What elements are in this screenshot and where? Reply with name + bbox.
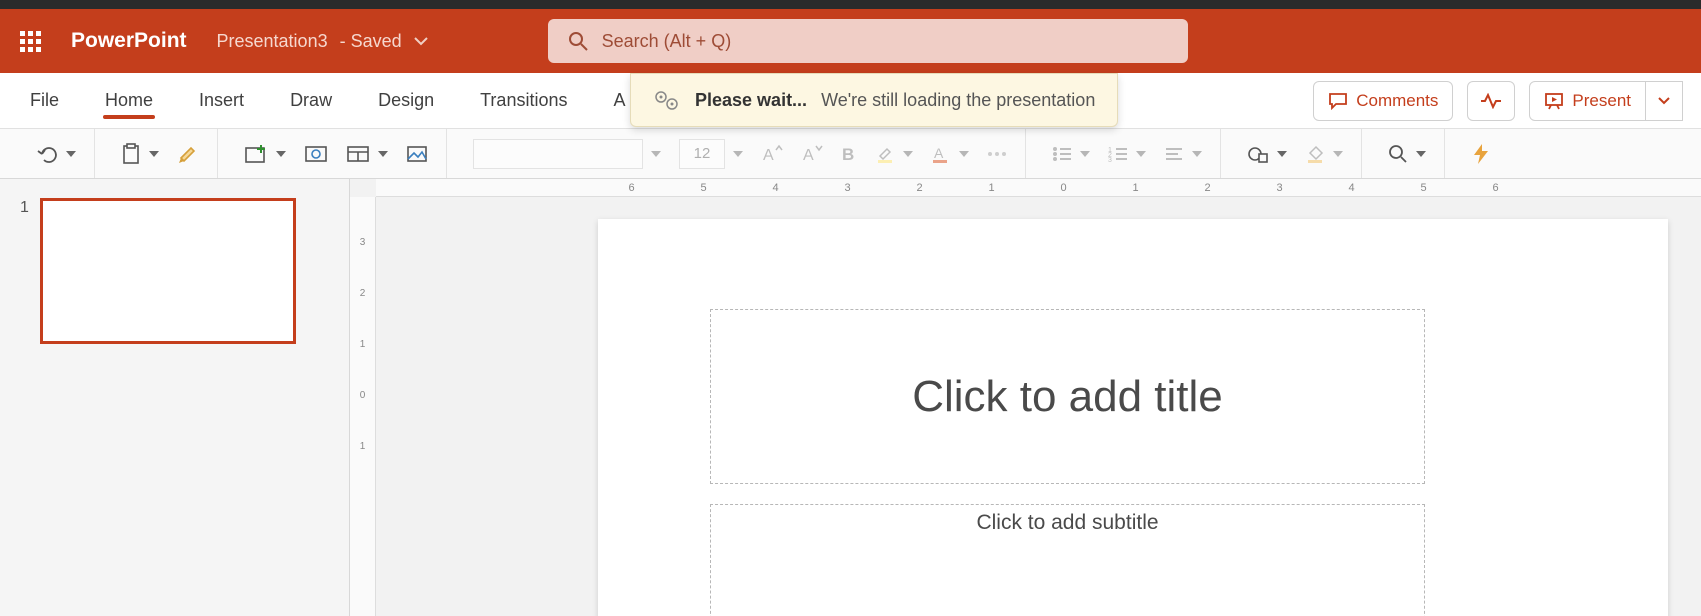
picture-icon: [406, 145, 428, 163]
increase-font-button[interactable]: A: [757, 140, 787, 168]
comment-icon: [1328, 92, 1348, 110]
tab-animations[interactable]: A: [611, 76, 627, 125]
font-name-select[interactable]: [469, 135, 665, 173]
tab-file[interactable]: File: [28, 76, 61, 125]
gears-icon: [653, 88, 681, 112]
search-icon: [568, 31, 588, 51]
highlighter-icon: [875, 144, 895, 164]
titlebar: PowerPoint Presentation3 - Saved Search …: [0, 9, 1701, 73]
new-slide-button[interactable]: [240, 140, 290, 168]
doc-save-status: - Saved: [340, 31, 402, 52]
comments-label: Comments: [1356, 91, 1438, 111]
bullets-icon: [1052, 146, 1072, 162]
slide-thumbnail-1[interactable]: [41, 199, 295, 343]
present-button[interactable]: Present: [1529, 81, 1646, 121]
highlight-button[interactable]: [871, 140, 917, 168]
comments-button[interactable]: Comments: [1313, 81, 1453, 121]
catch-up-button[interactable]: [1467, 81, 1515, 121]
vertical-ruler: 32101: [350, 197, 376, 616]
title-placeholder[interactable]: Click to add title: [710, 309, 1425, 484]
document-title[interactable]: Presentation3 - Saved: [217, 31, 428, 52]
paste-button[interactable]: [117, 139, 163, 169]
search-placeholder: Search (Alt + Q): [602, 31, 732, 52]
bold-button[interactable]: B: [837, 141, 861, 167]
notification-message: We're still loading the presentation: [821, 90, 1095, 111]
app-launcher-icon[interactable]: [20, 31, 41, 52]
slide-editor: 6543210123456 32101 Click to add title C…: [350, 179, 1701, 616]
tab-home[interactable]: Home: [103, 76, 155, 125]
bucket-icon: [1305, 144, 1325, 164]
chevron-down-icon: [414, 36, 428, 46]
shapes-button[interactable]: [1243, 140, 1291, 168]
tab-design[interactable]: Design: [376, 76, 436, 125]
ellipsis-icon: [987, 150, 1007, 158]
chevron-down-icon: [1658, 97, 1670, 105]
search-icon: [1388, 144, 1408, 164]
notification-title: Please wait...: [695, 90, 807, 111]
shape-fill-button[interactable]: [1301, 140, 1347, 168]
present-icon: [1544, 92, 1564, 110]
decrease-font-button[interactable]: A: [797, 140, 827, 168]
align-button[interactable]: [1160, 142, 1206, 166]
bullets-button[interactable]: [1048, 142, 1094, 166]
font-decrease-icon: A: [801, 144, 823, 164]
search-input[interactable]: Search (Alt + Q): [548, 19, 1188, 63]
slide-zoom-icon: [304, 144, 328, 164]
format-painter-button[interactable]: [173, 140, 203, 168]
svg-text:3: 3: [1108, 157, 1112, 162]
font-color-icon: A: [931, 144, 951, 164]
new-slide-icon: [244, 144, 268, 164]
svg-text:A: A: [803, 147, 814, 164]
svg-text:A: A: [763, 147, 774, 164]
font-size-select[interactable]: 12: [675, 135, 747, 173]
ribbon-toolbar: 12 A A B A 123: [0, 129, 1701, 179]
loading-notification: Please wait... We're still loading the p…: [630, 73, 1118, 127]
horizontal-ruler: 6543210123456: [376, 179, 1701, 197]
undo-button[interactable]: [32, 140, 80, 168]
tabs-right-actions: Comments Present: [1313, 81, 1683, 121]
more-font-button[interactable]: [983, 146, 1011, 162]
slide-thumbnail-panel[interactable]: 1: [0, 179, 350, 616]
undo-icon: [36, 144, 58, 164]
tab-insert[interactable]: Insert: [197, 76, 246, 125]
reset-button[interactable]: [402, 141, 432, 167]
numbering-icon: 123: [1108, 146, 1128, 162]
tab-transitions[interactable]: Transitions: [478, 76, 569, 125]
find-button[interactable]: [1384, 140, 1430, 168]
svg-text:A: A: [934, 145, 944, 161]
designer-button[interactable]: [1467, 139, 1495, 169]
bold-icon: B: [841, 145, 857, 163]
doc-name-text: Presentation3: [217, 31, 328, 52]
numbering-button[interactable]: 123: [1104, 142, 1150, 166]
paintbrush-icon: [177, 144, 199, 164]
window-chrome-dark-strip: [0, 0, 1701, 9]
slide-canvas[interactable]: Click to add title Click to add subtitle: [598, 219, 1668, 616]
workspace: 1 6543210123456 32101 Click to add title…: [0, 179, 1701, 616]
layout-button[interactable]: [342, 141, 392, 167]
layout-icon: [346, 145, 370, 163]
clipboard-icon: [121, 143, 141, 165]
app-name: PowerPoint: [71, 29, 187, 53]
tab-draw[interactable]: Draw: [288, 76, 334, 125]
font-color-button[interactable]: A: [927, 140, 973, 168]
svg-text:B: B: [842, 145, 854, 163]
ribbon-tabs: File Home Insert Draw Design Transitions…: [0, 73, 1701, 129]
subtitle-placeholder[interactable]: Click to add subtitle: [710, 504, 1425, 616]
slide-preview-button[interactable]: [300, 140, 332, 168]
present-menu-button[interactable]: [1646, 81, 1683, 121]
present-label: Present: [1572, 91, 1631, 111]
lightning-icon: [1471, 143, 1491, 165]
activity-icon: [1480, 93, 1502, 109]
font-increase-icon: A: [761, 144, 783, 164]
shapes-icon: [1247, 144, 1269, 164]
thumbnail-number: 1: [20, 199, 29, 343]
align-icon: [1164, 146, 1184, 162]
